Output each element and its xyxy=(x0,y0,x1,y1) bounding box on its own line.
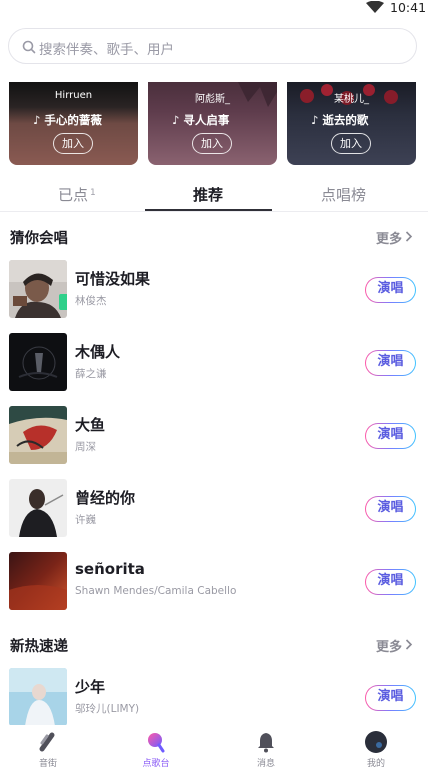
search-placeholder: 搜索伴奏、歌手、用户 xyxy=(39,42,174,58)
sing-button[interactable]: 演唱 xyxy=(365,350,416,376)
sing-button[interactable]: 演唱 xyxy=(365,423,416,449)
section-title: 猜你会唱 xyxy=(10,231,68,247)
join-button[interactable]: 加入 xyxy=(192,133,232,154)
music-note-icon: ♪ xyxy=(311,113,319,127)
song-singer: 林俊杰 xyxy=(75,295,107,307)
tab-bar: 已点 1 推荐 点唱榜 xyxy=(0,178,428,212)
wifi-icon xyxy=(366,1,384,13)
card-title: ♪ 寻人启事 xyxy=(172,113,230,127)
song-singer: 薛之谦 xyxy=(75,368,107,380)
song-cover xyxy=(9,479,67,537)
song-singer: 邬玲儿(LIMY) xyxy=(75,703,140,715)
bell-icon xyxy=(258,733,274,753)
section-title: 新热速递 xyxy=(10,639,68,655)
nav-label: 我的 xyxy=(366,759,385,769)
featured-card[interactable]: 某桃儿_ ♪ 逝去的歌 加入 xyxy=(287,82,416,165)
status-bar: 10:41 xyxy=(0,0,428,22)
song-row[interactable]: 少年 邬玲儿(LIMY) 演唱 xyxy=(0,668,428,728)
sing-button[interactable]: 演唱 xyxy=(365,277,416,303)
more-link[interactable]: 更多 xyxy=(376,636,402,655)
nav-profile[interactable]: 我的 xyxy=(346,725,406,769)
microphone-icon xyxy=(148,733,165,753)
card-artist: Hirruen xyxy=(54,90,93,101)
nav-label: 音街 xyxy=(38,759,57,769)
active-tab-indicator xyxy=(145,209,272,211)
song-singer: Shawn Mendes/Camila Cabello xyxy=(75,585,237,597)
card-title: ♪ 手心的蔷薇 xyxy=(33,113,102,127)
avatar-icon xyxy=(365,731,387,753)
green-badge xyxy=(59,294,67,310)
section-header-new-hot: 新热速递 更多 xyxy=(0,633,428,657)
song-title: 大鱼 xyxy=(75,416,106,434)
song-row[interactable]: 大鱼 周深 演唱 xyxy=(0,406,428,466)
sing-button[interactable]: 演唱 xyxy=(365,496,416,522)
sing-button[interactable]: 演唱 xyxy=(365,685,416,711)
search-icon xyxy=(22,40,36,54)
tab-recommend[interactable]: 推荐 xyxy=(193,184,223,205)
nav-song-request[interactable]: 点歌台 xyxy=(126,725,186,769)
chevron-right-icon[interactable] xyxy=(405,639,413,650)
song-row[interactable]: 曾经的你 许巍 演唱 xyxy=(0,479,428,539)
song-cover xyxy=(9,406,67,464)
card-title: ♪ 逝去的歌 xyxy=(311,113,369,127)
nav-label: 消息 xyxy=(256,759,275,769)
music-note-icon: ♪ xyxy=(33,113,41,127)
song-row[interactable]: señorita Shawn Mendes/Camila Cabello 演唱 xyxy=(0,552,428,612)
nav-music-street[interactable]: 音街 xyxy=(18,725,78,769)
sing-button[interactable]: 演唱 xyxy=(365,569,416,595)
search-bar[interactable]: 搜索伴奏、歌手、用户 xyxy=(8,28,417,64)
music-note-icon: ♪ xyxy=(172,113,180,127)
featured-card[interactable]: 阿彪斯_ ♪ 寻人启事 加入 xyxy=(148,82,277,165)
song-title: 可惜没如果 xyxy=(75,270,151,288)
status-time: 10:41 xyxy=(390,0,427,15)
featured-cards: Hirruen ♪ 手心的蔷薇 加入 阿彪斯_ ♪ 寻人启事 加入 某桃儿_ ♪… xyxy=(0,82,428,166)
song-singer: 许巍 xyxy=(75,514,96,526)
more-link[interactable]: 更多 xyxy=(376,228,402,247)
song-row[interactable]: 木偶人 薛之谦 演唱 xyxy=(0,333,428,393)
song-title: 木偶人 xyxy=(75,343,121,361)
tab-ordered[interactable]: 已点 1 xyxy=(58,184,96,205)
section-header-guess: 猜你会唱 更多 xyxy=(0,225,428,249)
song-title: señorita xyxy=(75,560,145,578)
song-cover xyxy=(9,668,67,726)
music-street-icon xyxy=(39,732,55,752)
card-artist: 阿彪斯_ xyxy=(195,94,230,105)
nav-messages[interactable]: 消息 xyxy=(236,725,296,769)
featured-card[interactable]: Hirruen ♪ 手心的蔷薇 加入 xyxy=(9,82,138,165)
chevron-right-icon[interactable] xyxy=(405,231,413,242)
song-cover xyxy=(9,333,67,391)
song-cover xyxy=(9,260,67,318)
join-button[interactable]: 加入 xyxy=(331,133,371,154)
bottom-nav: 音街 点歌台 消息 我的 xyxy=(0,725,428,769)
card-artist: 某桃儿_ xyxy=(334,94,369,105)
song-title: 少年 xyxy=(75,678,106,696)
song-row[interactable]: 可惜没如果 林俊杰 演唱 xyxy=(0,260,428,320)
join-button[interactable]: 加入 xyxy=(53,133,93,154)
song-singer: 周深 xyxy=(75,441,96,453)
tab-ranking[interactable]: 点唱榜 xyxy=(321,184,366,205)
song-cover xyxy=(9,552,67,610)
nav-label: 点歌台 xyxy=(142,759,170,769)
tab-ordered-count: 1 xyxy=(90,188,96,198)
song-title: 曾经的你 xyxy=(75,489,136,507)
